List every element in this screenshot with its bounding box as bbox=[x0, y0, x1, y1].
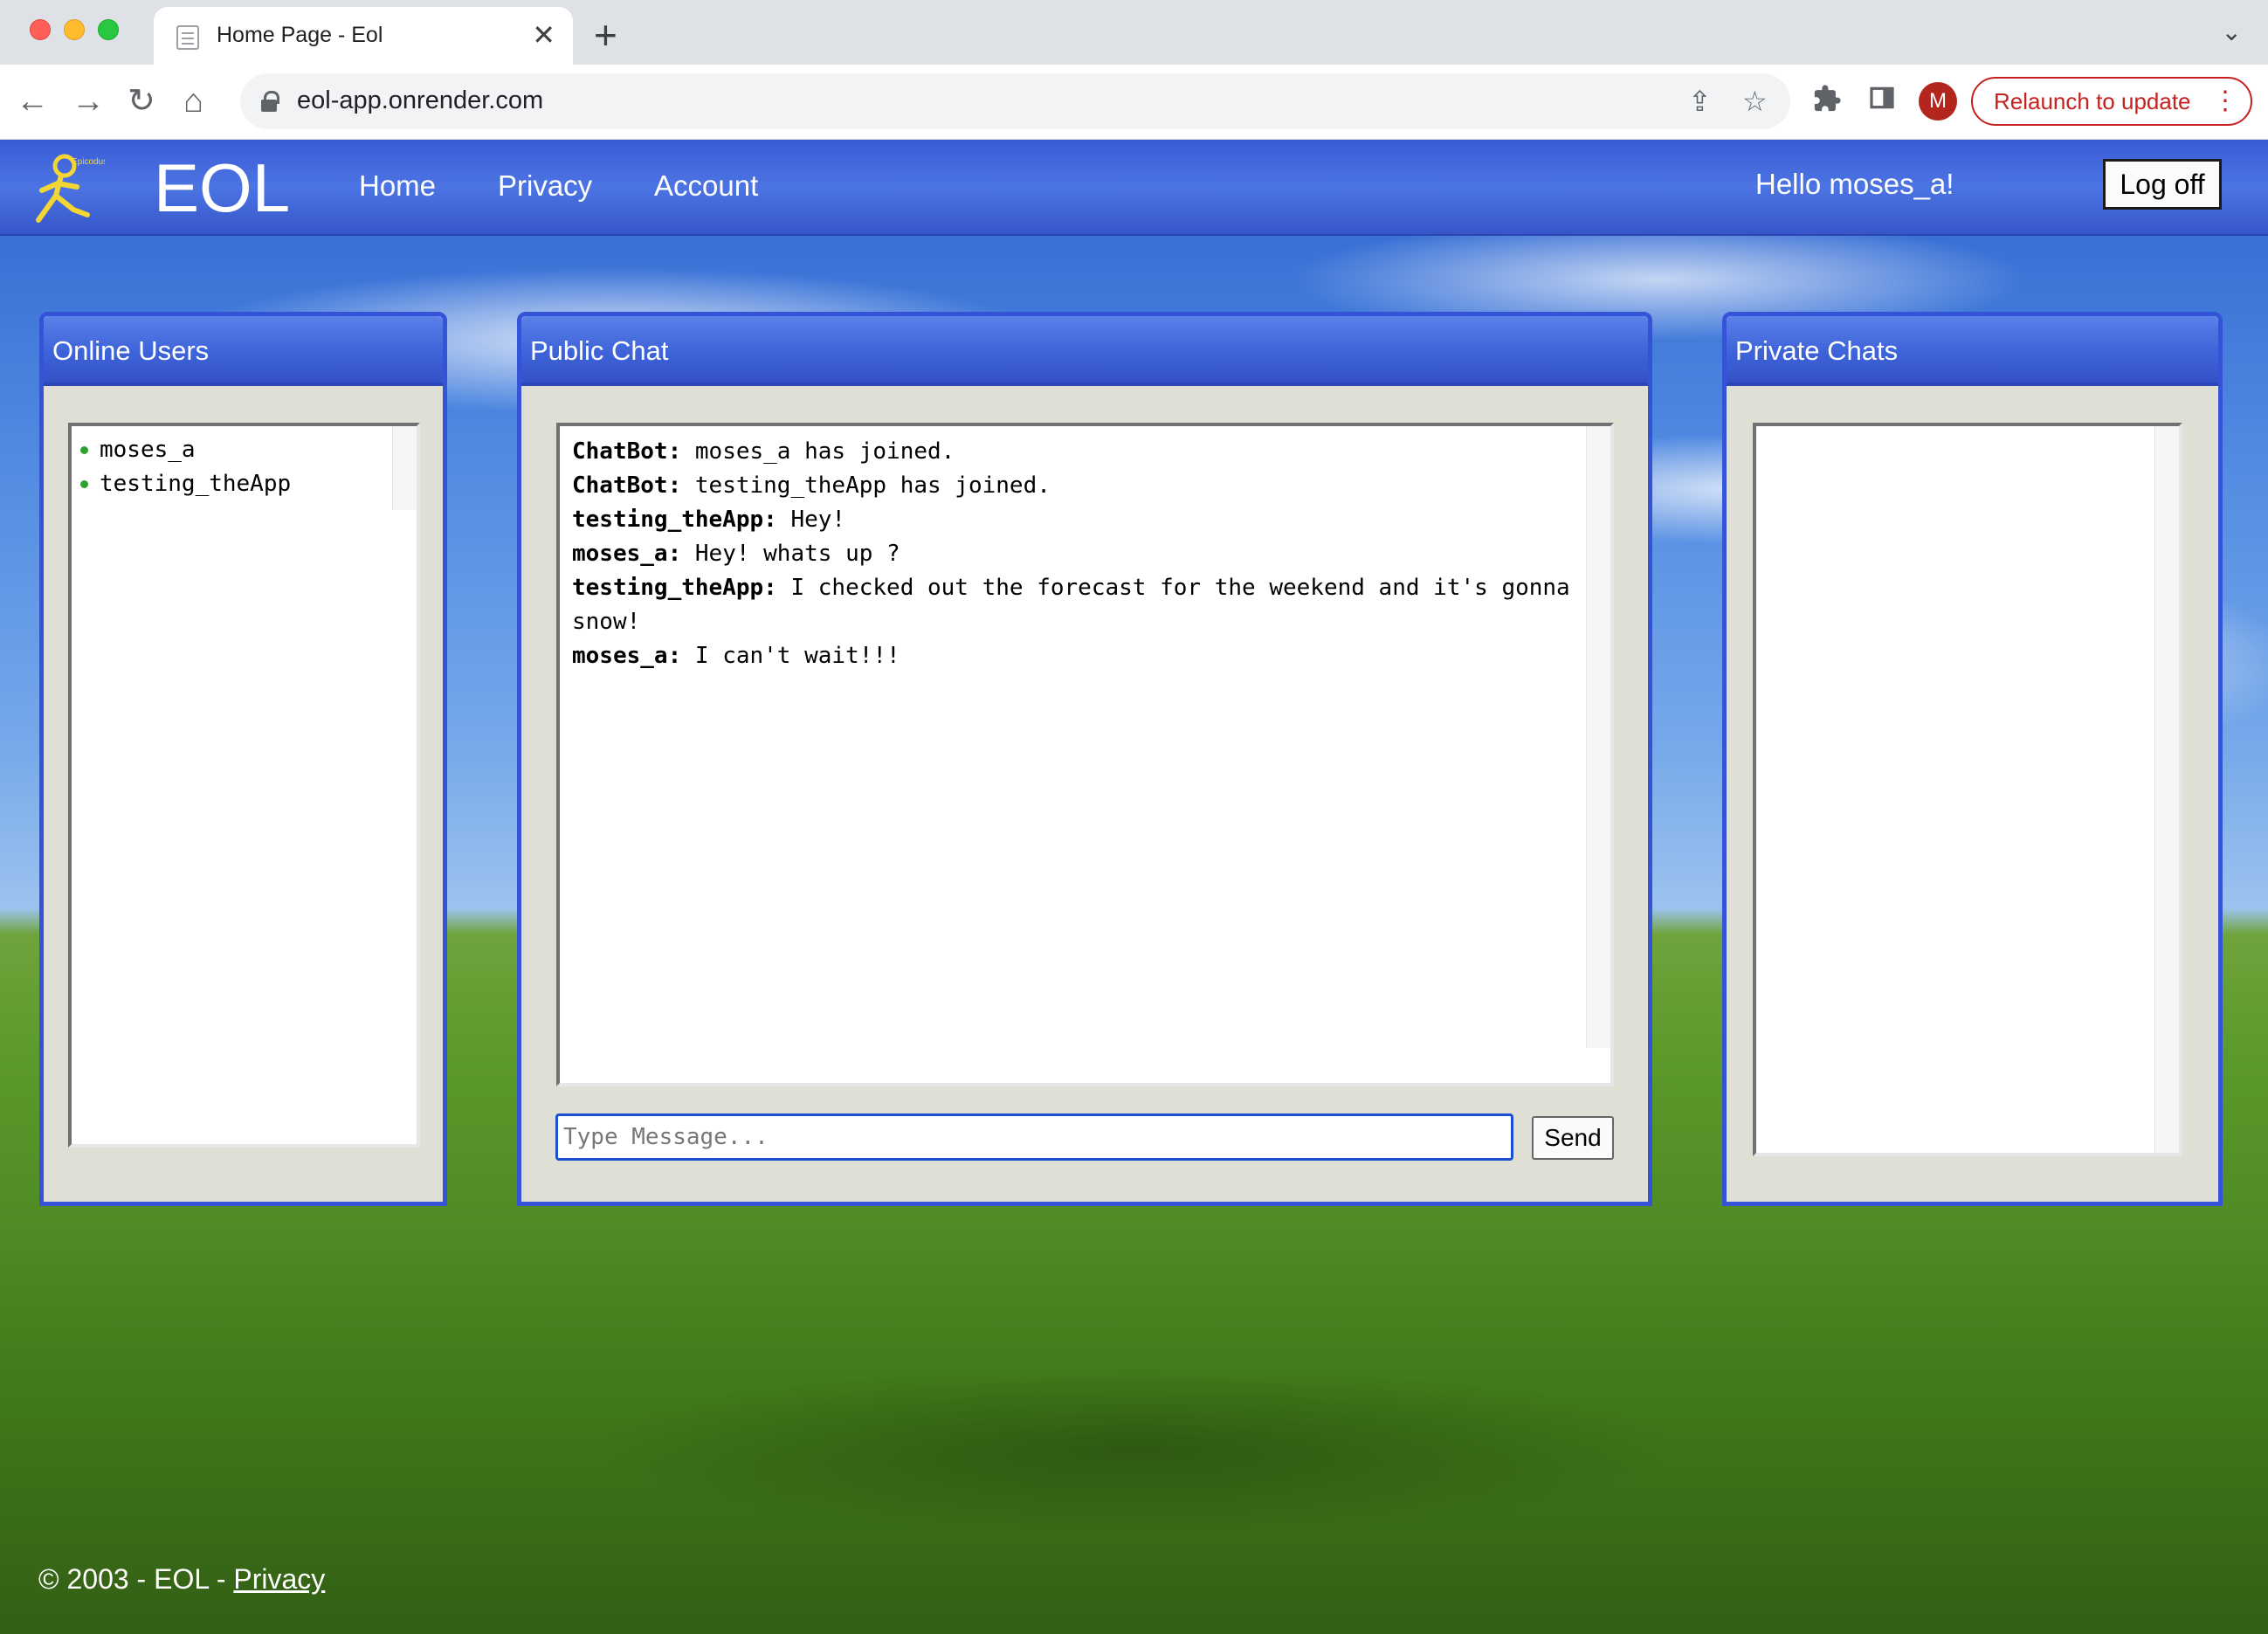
message-text: testing_theApp has joined. bbox=[681, 472, 1051, 499]
logo-text: Epicodus bbox=[72, 157, 105, 167]
message-sender: testing_theApp: bbox=[572, 507, 777, 533]
message-sender: moses_a: bbox=[572, 643, 682, 669]
public-chat-panel: Public Chat ChatBot: moses_a has joined.… bbox=[517, 312, 1652, 1206]
nav-link-account[interactable]: Account bbox=[654, 169, 758, 203]
online-user-name: moses_a bbox=[100, 437, 196, 463]
chat-message: testing_theApp: I checked out the foreca… bbox=[572, 571, 1594, 639]
footer-copyright: © 2003 - EOL - bbox=[38, 1563, 234, 1595]
message-sender: ChatBot: bbox=[572, 472, 682, 499]
tab-title: Home Page - Eol bbox=[217, 23, 383, 47]
window-minimize-button[interactable] bbox=[64, 19, 85, 40]
chat-log-box[interactable]: ChatBot: moses_a has joined. ChatBot: te… bbox=[556, 423, 1614, 1086]
private-chats-header: Private Chats bbox=[1727, 316, 2218, 386]
relaunch-label: Relaunch to update bbox=[1994, 88, 2191, 114]
chat-message: testing_theApp: Hey! bbox=[572, 503, 1594, 537]
chat-message-log: ChatBot: moses_a has joined. ChatBot: te… bbox=[572, 435, 1594, 673]
browser-tab-active[interactable]: Home Page - Eol ✕ bbox=[154, 7, 573, 65]
page-background: Epicodus EOL Home Privacy Account Hello … bbox=[0, 140, 2268, 1634]
star-icon[interactable]: ☆ bbox=[1742, 84, 1768, 119]
greeting-text: Hello moses_a! bbox=[1755, 168, 1954, 200]
chat-message: ChatBot: testing_theApp has joined. bbox=[572, 469, 1594, 503]
back-arrow-icon[interactable]: ← bbox=[16, 82, 49, 121]
browser-tab-bar: Home Page - Eol ✕ + ⌄ bbox=[0, 0, 2268, 65]
more-menu-icon[interactable]: ⋮ bbox=[2212, 79, 2238, 124]
online-user-item[interactable]: testing_theApp bbox=[77, 467, 291, 501]
footer-privacy-link[interactable]: Privacy bbox=[233, 1563, 325, 1595]
home-icon[interactable]: ⌂ bbox=[183, 82, 203, 121]
message-text: moses_a has joined. bbox=[681, 438, 955, 465]
message-text: Hey! whats up ? bbox=[681, 541, 900, 567]
window-close-button[interactable] bbox=[30, 19, 51, 40]
public-chat-title: Public Chat bbox=[530, 335, 669, 366]
address-bar[interactable]: eol-app.onrender.com ⇪ ☆ bbox=[240, 73, 1790, 129]
online-users-list: moses_a testing_theApp bbox=[77, 433, 291, 501]
online-user-item[interactable]: moses_a bbox=[77, 433, 291, 467]
profile-avatar[interactable]: M bbox=[1919, 82, 1957, 121]
chat-message: moses_a: I can't wait!!! bbox=[572, 639, 1594, 673]
side-panel-icon[interactable] bbox=[1868, 84, 1896, 120]
online-status-dot-icon bbox=[80, 446, 88, 454]
private-chats-panel: Private Chats bbox=[1722, 312, 2223, 1206]
window-zoom-button[interactable] bbox=[98, 19, 119, 40]
nav-link-privacy[interactable]: Privacy bbox=[498, 169, 592, 203]
tab-close-icon[interactable]: ✕ bbox=[532, 17, 555, 52]
chat-message: ChatBot: moses_a has joined. bbox=[572, 435, 1594, 469]
running-man-logo-icon[interactable]: Epicodus bbox=[26, 152, 107, 225]
browser-toolbar: ← → ↻ ⌂ eol-app.onrender.com ⇪ ☆ M Relau… bbox=[0, 65, 2268, 140]
public-chat-header: Public Chat bbox=[521, 316, 1648, 386]
private-chats-scrollbar[interactable] bbox=[2154, 426, 2179, 1153]
private-chats-box[interactable] bbox=[1753, 423, 2182, 1156]
online-users-panel: Online Users moses_a testing_theApp bbox=[39, 312, 447, 1206]
online-users-scrollbar[interactable] bbox=[392, 426, 417, 510]
page-favicon-icon bbox=[176, 25, 199, 50]
lock-icon[interactable] bbox=[261, 91, 279, 112]
url-text[interactable]: eol-app.onrender.com bbox=[297, 86, 543, 115]
online-user-name: testing_theApp bbox=[100, 471, 292, 497]
private-chats-title: Private Chats bbox=[1735, 335, 1899, 366]
reload-icon[interactable]: ↻ bbox=[128, 82, 155, 121]
message-sender: testing_theApp: bbox=[572, 575, 777, 601]
site-navbar: Epicodus EOL Home Privacy Account Hello … bbox=[0, 140, 2268, 236]
chat-message: moses_a: Hey! whats up ? bbox=[572, 537, 1594, 571]
message-text: I can't wait!!! bbox=[681, 643, 900, 669]
send-button[interactable]: Send bbox=[1532, 1116, 1614, 1160]
site-footer: © 2003 - EOL - Privacy bbox=[38, 1563, 325, 1596]
online-users-title: Online Users bbox=[52, 335, 210, 366]
new-tab-button[interactable]: + bbox=[594, 10, 617, 59]
message-sender: moses_a: bbox=[572, 541, 682, 567]
message-sender: ChatBot: bbox=[572, 438, 682, 465]
forward-arrow-icon[interactable]: → bbox=[72, 82, 105, 121]
tab-search-chevron-icon[interactable]: ⌄ bbox=[2222, 17, 2242, 46]
relaunch-to-update-button[interactable]: Relaunch to update ⋮ bbox=[1971, 77, 2252, 126]
online-users-header: Online Users bbox=[44, 316, 443, 386]
log-off-button[interactable]: Log off bbox=[2103, 159, 2222, 210]
share-icon[interactable]: ⇪ bbox=[1688, 84, 1712, 119]
nav-link-home[interactable]: Home bbox=[359, 169, 436, 203]
online-status-dot-icon bbox=[80, 480, 88, 488]
puzzle-icon[interactable] bbox=[1812, 84, 1842, 121]
message-input[interactable] bbox=[555, 1113, 1513, 1161]
brand-title[interactable]: EOL bbox=[154, 150, 290, 225]
message-text: Hey! bbox=[776, 507, 846, 533]
online-users-list-box[interactable]: moses_a testing_theApp bbox=[68, 423, 420, 1148]
